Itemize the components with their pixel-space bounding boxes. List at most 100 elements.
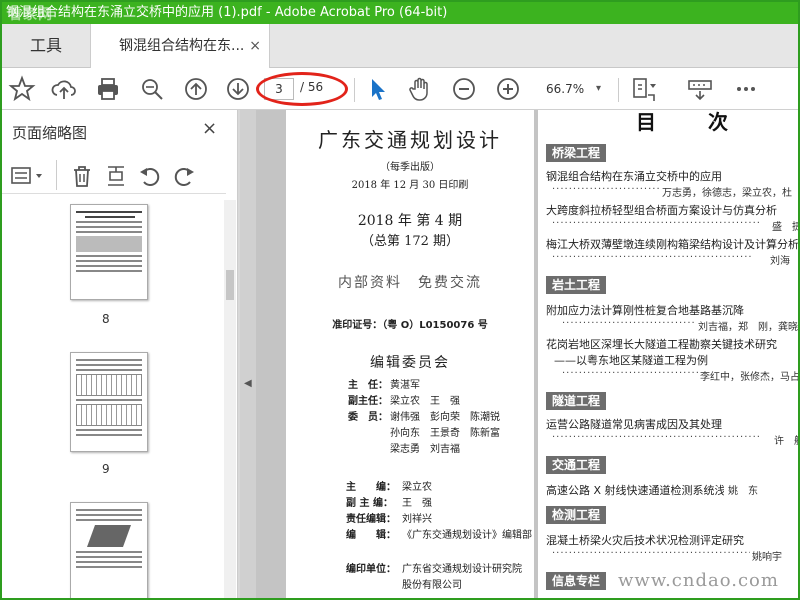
toc-item-title: 大跨度斜拉桥轻型组合桥面方案设计与仿真分析 [546, 204, 777, 217]
publisher-line: 股份有限公司 [402, 580, 462, 591]
committee-role: 副主任： [348, 396, 388, 407]
toc-item-authors: 刘海 [768, 252, 790, 267]
toc-item-authors: 许 航 [772, 432, 798, 447]
journal-title: 广东交通规划设计 [318, 128, 502, 152]
extract-pages-icon[interactable] [104, 164, 128, 188]
thumbnail-list: 8 9 [2, 200, 224, 598]
page-view-icon[interactable] [630, 75, 658, 103]
chevron-down-icon: ▾ [596, 83, 602, 94]
rotate-right-icon[interactable] [172, 164, 196, 188]
select-cursor-icon[interactable] [364, 75, 392, 103]
committee-names: 黄湛军 [390, 380, 420, 391]
scrollbar-thumb[interactable] [226, 270, 234, 300]
window-title: 钢混组合结构在东涌立交桥中的应用 (1).pdf - Adobe Acrobat… [6, 5, 448, 20]
page-thumbnail[interactable] [70, 352, 148, 452]
previous-page-icon[interactable] [182, 75, 210, 103]
thumbnail-scrollbar[interactable] [224, 200, 236, 598]
zoom-search-icon[interactable] [138, 75, 166, 103]
trash-icon[interactable] [70, 164, 94, 188]
toolbar-divider [354, 78, 355, 102]
toc-item-title: 混凝土桥梁火灾后技术状况检测评定研究 [546, 534, 744, 547]
page-thumbnail[interactable] [70, 204, 148, 300]
toc-item-authors: 姚 东 [724, 482, 758, 497]
panel-title: 页面缩略图 [12, 124, 88, 142]
toc-item-title: 花岗岩地区深埋长大隧道工程勘察关键技术研究 [546, 338, 777, 351]
toc-item-title: 梅江大桥双薄壁墩连续刚构箱梁结构设计及计算分析 [546, 238, 798, 251]
tab-document[interactable]: 钢混组合结构在东... × [90, 24, 270, 69]
toc-leader: ······································ [562, 368, 721, 379]
committee-role: 委 员： [348, 412, 388, 423]
print-icon[interactable] [94, 75, 122, 103]
toc-leader: ········································… [552, 432, 761, 443]
zoom-value: 66.7% [546, 82, 585, 96]
toc-section-heading: 交通工程 [546, 456, 607, 474]
publisher-role: 编印单位： [346, 564, 396, 575]
staff-role: 责任编辑： [346, 514, 396, 525]
chevron-left-icon: ◀ [244, 378, 252, 389]
zoom-in-icon[interactable] [494, 75, 522, 103]
toc-item-authors: 万志勇，徐德志，梁立农，杜 毅 [660, 184, 798, 199]
issue-number: 2018 年 第 4 期 [357, 213, 463, 229]
page-thumbnail[interactable] [70, 502, 148, 598]
panel-toolbar [2, 158, 226, 194]
toc-section-heading: 桥梁工程 [546, 144, 607, 162]
toc-title: 目 次 [636, 110, 732, 134]
staff-role: 编 辑： [346, 530, 396, 541]
pdf-page-right: 目 次 桥梁工程 钢混组合结构在东涌立交桥中的应用 ··············… [538, 110, 798, 598]
zoom-out-icon[interactable] [450, 75, 478, 103]
staff-role: 副 主 编： [346, 498, 393, 509]
toc-item-title: 附加应力法计算刚性桩复合地基路基沉降 [546, 304, 744, 317]
more-options-icon[interactable] [732, 75, 760, 103]
toc-leader: ········································… [552, 218, 761, 229]
toc-item-title: 运营公路隧道常见病害成因及其处理 [546, 418, 722, 431]
toolbar: 3 / 56 66.7% ▾ [2, 68, 798, 110]
committee-role: 主 任： [348, 380, 388, 391]
close-tab-icon[interactable]: × [249, 24, 261, 68]
next-page-icon[interactable] [224, 75, 252, 103]
publisher-line: 广东省交通规划设计研究院 [402, 564, 522, 575]
watermark-logo: 看家网 [8, 7, 53, 23]
toc-section-heading: 岩土工程 [546, 276, 607, 294]
staff-names: 《广东交通规划设计》编辑部 [402, 530, 532, 541]
scroll-mode-icon[interactable] [686, 75, 714, 103]
toc-item-authors: 刘吉福，郑 刚，龚晓南 [696, 318, 798, 333]
close-panel-icon[interactable]: × [202, 118, 217, 139]
staff-names: 刘祥兴 [402, 514, 432, 525]
toc-section-heading: 信息专栏 [546, 572, 607, 590]
toc-item-authors: 姚响宇 [750, 548, 782, 563]
toc-item-subtitle: ——以粤东地区某隧道工程为例 [554, 354, 708, 367]
site-watermark: www.cndao.com [618, 570, 779, 591]
toc-item-title: 高速公路 X 射线快速通道检测系统浅析 [546, 484, 737, 497]
tab-bar: 工具 钢混组合结构在东... × [2, 24, 798, 69]
cloud-upload-icon[interactable] [50, 75, 78, 103]
print-date: 2018 年 12 月 30 日印刷 [351, 180, 469, 191]
hand-tool-icon[interactable] [406, 75, 434, 103]
committee-title: 编辑委员会 [370, 355, 450, 371]
pdf-page-left: 广东交通规划设计 （每季出版） 2018 年 12 月 30 日印刷 2018 … [286, 110, 534, 598]
thumbnail-label: 9 [102, 462, 110, 476]
committee-names: 梁立农 王 强 [390, 396, 460, 407]
star-icon[interactable] [8, 75, 36, 103]
toc-leader: ········································… [552, 548, 753, 559]
tab-document-label: 钢混组合结构在东... [119, 38, 245, 54]
collapse-panel-handle[interactable]: ◀ [240, 110, 256, 598]
panel-divider [56, 160, 57, 190]
rotate-left-icon[interactable] [138, 164, 162, 188]
tab-tools[interactable]: 工具 [2, 24, 90, 68]
toc-item-authors: 李红中，张修杰，马占武 [698, 368, 798, 383]
toc-item-authors: 盛 捷 [770, 218, 798, 233]
toc-leader: ········································… [552, 252, 753, 263]
frequency: （每季出版） [380, 162, 440, 173]
zoom-select[interactable]: 66.7% ▾ [540, 78, 610, 100]
toolbar-divider [618, 78, 619, 102]
thumbnail-label: 8 [102, 312, 110, 326]
staff-names: 梁立农 [402, 482, 432, 493]
thumbnail-panel: 页面缩略图 × 8 9 [2, 110, 238, 598]
staff-role: 主 编： [346, 482, 396, 493]
permit-number: 准印证号：（粤 O）L0150076 号 [332, 320, 488, 331]
options-menu-icon[interactable] [10, 164, 46, 188]
toc-section-heading: 隧道工程 [546, 392, 607, 410]
red-circle-annotation [256, 72, 348, 106]
committee-names: 谢伟强 彭向荣 陈潮锐 [390, 412, 500, 423]
committee-names: 梁志勇 刘吉福 [390, 444, 460, 455]
